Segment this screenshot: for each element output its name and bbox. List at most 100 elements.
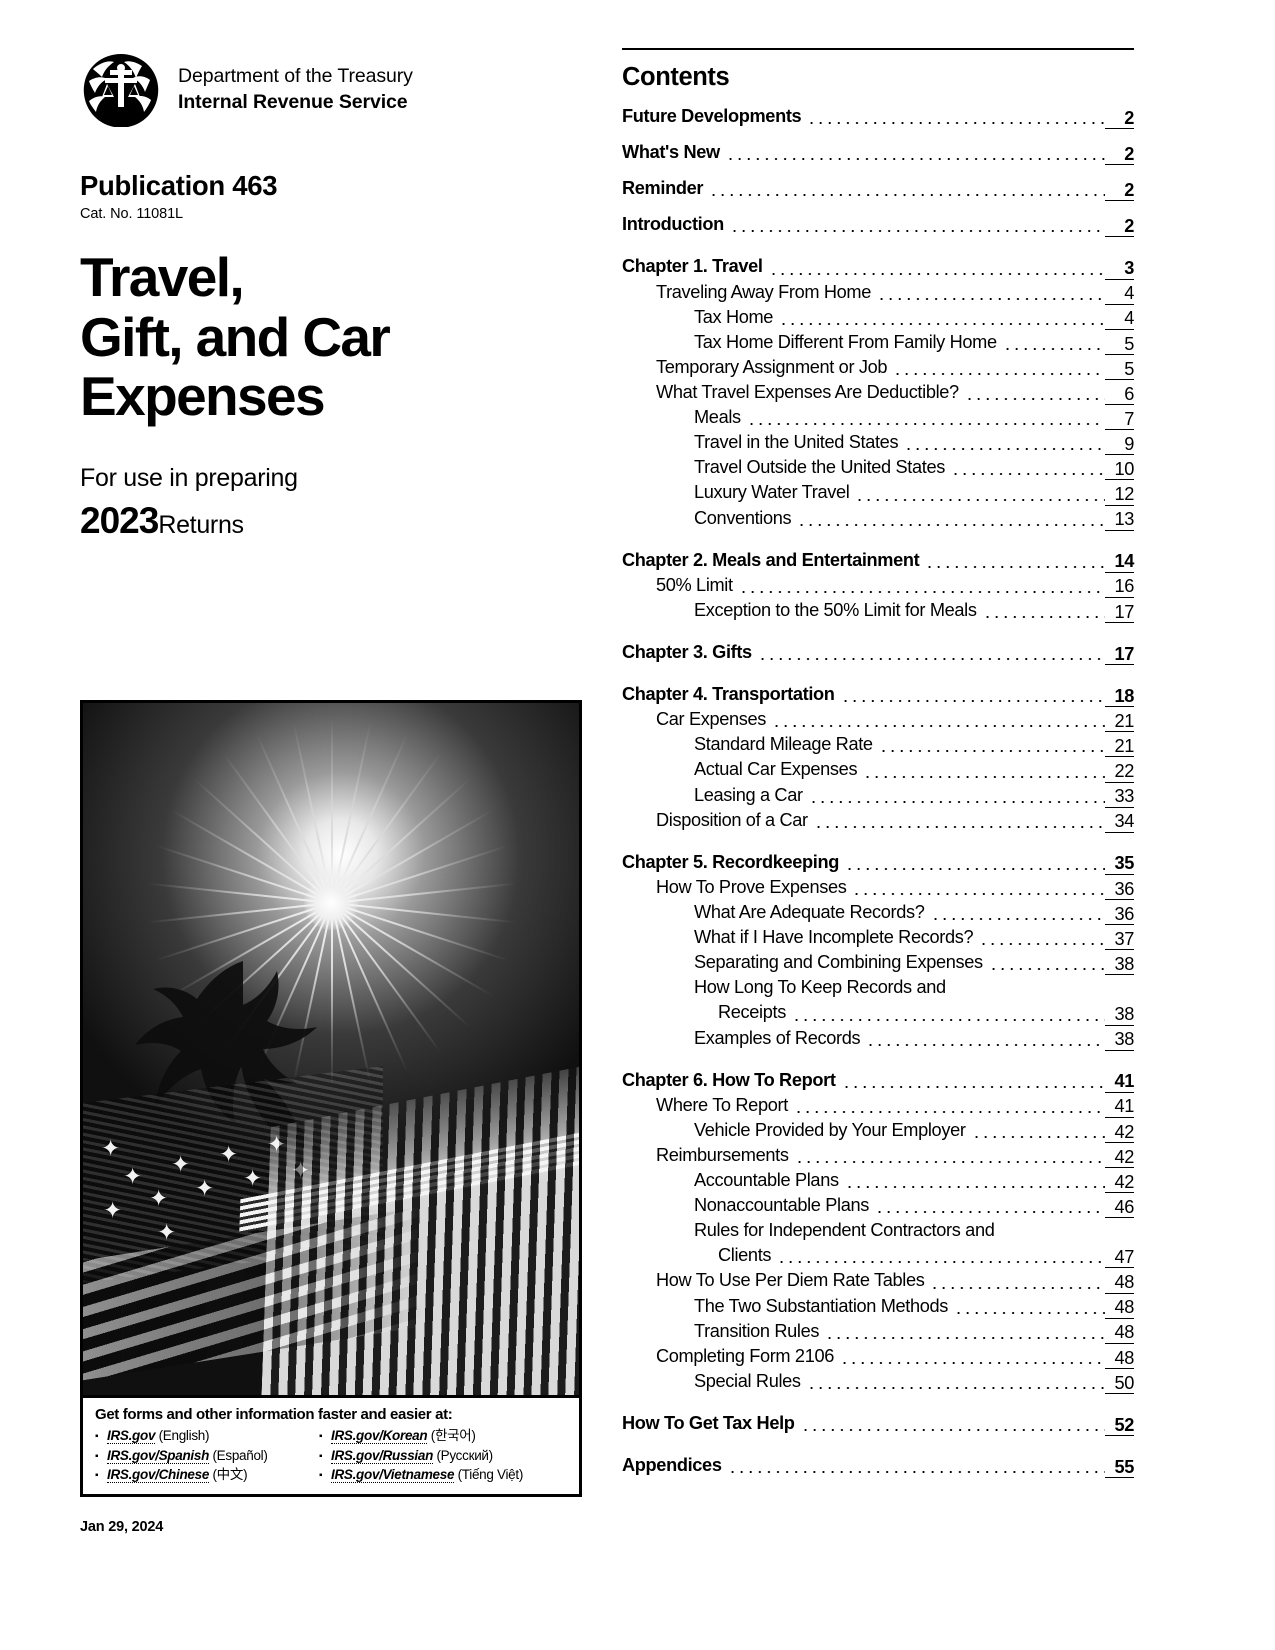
toc-entry[interactable]: How To Use Per Diem Rate Tables 48 [622,1268,1134,1294]
language-link-url[interactable]: IRS.gov/Vietnamese [331,1467,454,1484]
toc-page-number[interactable]: 12 [1105,484,1134,506]
toc-page-number[interactable]: 4 [1105,283,1134,305]
toc-entry[interactable]: Leasing a Car 33 [622,783,1134,808]
toc-entry[interactable]: The Two Substantiation Methods 48 [622,1294,1134,1319]
toc-entry[interactable]: 50% Limit 16 [622,573,1134,598]
toc-entry-continuation[interactable]: Receipts 38 [622,1000,1134,1026]
toc-entry[interactable]: What if I Have Incomplete Records? 37 [622,925,1134,951]
list-item[interactable]: IRS.gov/Vietnamese (Tiếng Việt) [319,1465,569,1485]
toc-page-number[interactable]: 21 [1105,736,1134,758]
toc-entry[interactable]: Standard Mileage Rate 21 [622,732,1134,758]
toc-entry[interactable]: Rules for Independent Contractors and Cli… [622,1218,1134,1269]
toc-entry[interactable]: Chapter 5. Recordkeeping 35 [622,850,1134,875]
toc-page-number[interactable]: 2 [1105,216,1134,238]
toc-page-number[interactable]: 42 [1105,1147,1134,1169]
language-link-url[interactable]: IRS.gov [107,1428,155,1444]
toc-page-number[interactable]: 13 [1105,509,1134,531]
language-link-url[interactable]: IRS.gov/Spanish [107,1447,209,1464]
toc-entry[interactable]: Special Rules 50 [622,1369,1134,1395]
toc-page-number[interactable]: 17 [1105,644,1134,666]
toc-entry[interactable]: Travel Outside the United States 10 [622,455,1134,481]
toc-entry[interactable]: Nonaccountable Plans 46 [622,1193,1134,1219]
toc-entry[interactable]: Chapter 4. Transportation 18 [622,682,1134,708]
toc-page-number[interactable]: 7 [1105,409,1134,431]
toc-entry[interactable]: Exception to the 50% Limit for Meals 17 [622,598,1134,623]
toc-page-number[interactable]: 52 [1105,1415,1134,1437]
toc-entry[interactable]: Actual Car Expenses 22 [622,757,1134,783]
toc-entry[interactable]: Introduction 2 [622,212,1134,238]
toc-entry[interactable]: Conventions 13 [622,506,1134,531]
toc-page-number[interactable]: 9 [1105,434,1134,456]
toc-entry[interactable]: Chapter 3. Gifts 17 [622,640,1134,666]
toc-page-number[interactable]: 38 [1105,1004,1134,1026]
list-item[interactable]: IRS.gov/Russian (Русский) [319,1446,569,1466]
toc-entry[interactable]: Transition Rules 48 [622,1319,1134,1344]
toc-entry[interactable]: Disposition of a Car 34 [622,808,1134,833]
toc-page-number[interactable]: 17 [1105,602,1134,623]
toc-page-number[interactable]: 16 [1105,576,1134,598]
toc-entry[interactable]: Tax Home 4 [622,305,1134,330]
language-link-url[interactable]: IRS.gov/Chinese [107,1467,209,1484]
toc-page-number[interactable]: 42 [1105,1122,1134,1143]
toc-entry[interactable]: Completing Form 2106 48 [622,1344,1134,1369]
toc-page-number[interactable]: 48 [1105,1272,1134,1294]
toc-entry[interactable]: Traveling Away From Home 4 [622,280,1134,305]
toc-entry[interactable]: Appendices 55 [622,1453,1134,1479]
toc-entry-continuation[interactable]: Clients 47 [622,1243,1134,1269]
toc-page-number[interactable]: 46 [1105,1197,1134,1219]
toc-page-number[interactable]: 2 [1105,108,1134,130]
toc-page-number[interactable]: 18 [1105,686,1134,708]
toc-entry[interactable]: How Long To Keep Records and Receipts 38 [622,975,1134,1026]
toc-entry[interactable]: Luxury Water Travel 12 [622,480,1134,506]
toc-entry[interactable]: Accountable Plans 42 [622,1168,1134,1194]
toc-entry[interactable]: Chapter 1. Travel 3 [622,254,1134,280]
toc-page-number[interactable]: 36 [1105,904,1134,926]
toc-entry[interactable]: What Travel Expenses Are Deductible? 6 [622,380,1134,406]
toc-entry[interactable]: How To Get Tax Help 52 [622,1411,1134,1437]
toc-entry[interactable]: Tax Home Different From Family Home 5 [622,330,1134,355]
toc-page-number[interactable]: 2 [1105,180,1134,202]
toc-page-number[interactable]: 48 [1105,1322,1134,1344]
toc-page-number[interactable]: 48 [1105,1348,1134,1369]
toc-page-number[interactable]: 38 [1105,954,1134,976]
toc-entry[interactable]: Examples of Records 38 [622,1026,1134,1051]
toc-entry[interactable]: Reimbursements 42 [622,1143,1134,1169]
toc-page-number[interactable]: 38 [1105,1029,1134,1051]
list-item[interactable]: IRS.gov/Chinese (中文) [95,1465,319,1485]
language-link-url[interactable]: IRS.gov/Russian [331,1447,433,1464]
toc-entry[interactable]: How To Prove Expenses 36 [622,875,1134,900]
list-item[interactable]: IRS.gov/Korean (한국어) [319,1426,569,1446]
toc-page-number[interactable]: 55 [1105,1457,1134,1479]
toc-page-number[interactable]: 41 [1105,1096,1134,1118]
toc-page-number[interactable]: 5 [1105,334,1134,355]
list-item[interactable]: IRS.gov/Spanish (Español) [95,1446,319,1466]
toc-page-number[interactable]: 5 [1105,359,1134,380]
toc-entry[interactable]: What's New 2 [622,140,1134,166]
toc-entry[interactable]: Vehicle Provided by Your Employer 42 [622,1118,1134,1143]
toc-entry[interactable]: Chapter 2. Meals and Entertainment 14 [622,548,1134,573]
toc-page-number[interactable]: 35 [1105,853,1134,875]
toc-page-number[interactable]: 36 [1105,879,1134,900]
toc-entry[interactable]: Where To Report 41 [622,1093,1134,1118]
toc-page-number[interactable]: 3 [1105,258,1134,280]
toc-page-number[interactable]: 48 [1105,1297,1134,1319]
toc-entry[interactable]: Meals 7 [622,405,1134,431]
toc-entry[interactable]: Chapter 6. How To Report 41 [622,1068,1134,1093]
toc-page-number[interactable]: 6 [1105,384,1134,406]
toc-page-number[interactable]: 21 [1105,711,1134,733]
toc-page-number[interactable]: 33 [1105,786,1134,808]
toc-entry[interactable]: What Are Adequate Records? 36 [622,900,1134,926]
toc-entry[interactable]: Separating and Combining Expenses 38 [622,950,1134,976]
toc-page-number[interactable]: 50 [1105,1373,1134,1395]
toc-page-number[interactable]: 4 [1105,308,1134,330]
toc-entry[interactable]: Reminder 2 [622,176,1134,202]
toc-page-number[interactable]: 22 [1105,761,1134,783]
language-link-url[interactable]: IRS.gov/Korean [331,1428,428,1444]
toc-page-number[interactable]: 47 [1105,1247,1134,1269]
toc-page-number[interactable]: 37 [1105,929,1134,951]
toc-entry[interactable]: Travel in the United States 9 [622,430,1134,456]
toc-page-number[interactable]: 41 [1105,1071,1134,1093]
toc-page-number[interactable]: 42 [1105,1172,1134,1194]
list-item[interactable]: IRS.gov (English) [95,1426,319,1446]
toc-entry[interactable]: Temporary Assignment or Job 5 [622,355,1134,380]
